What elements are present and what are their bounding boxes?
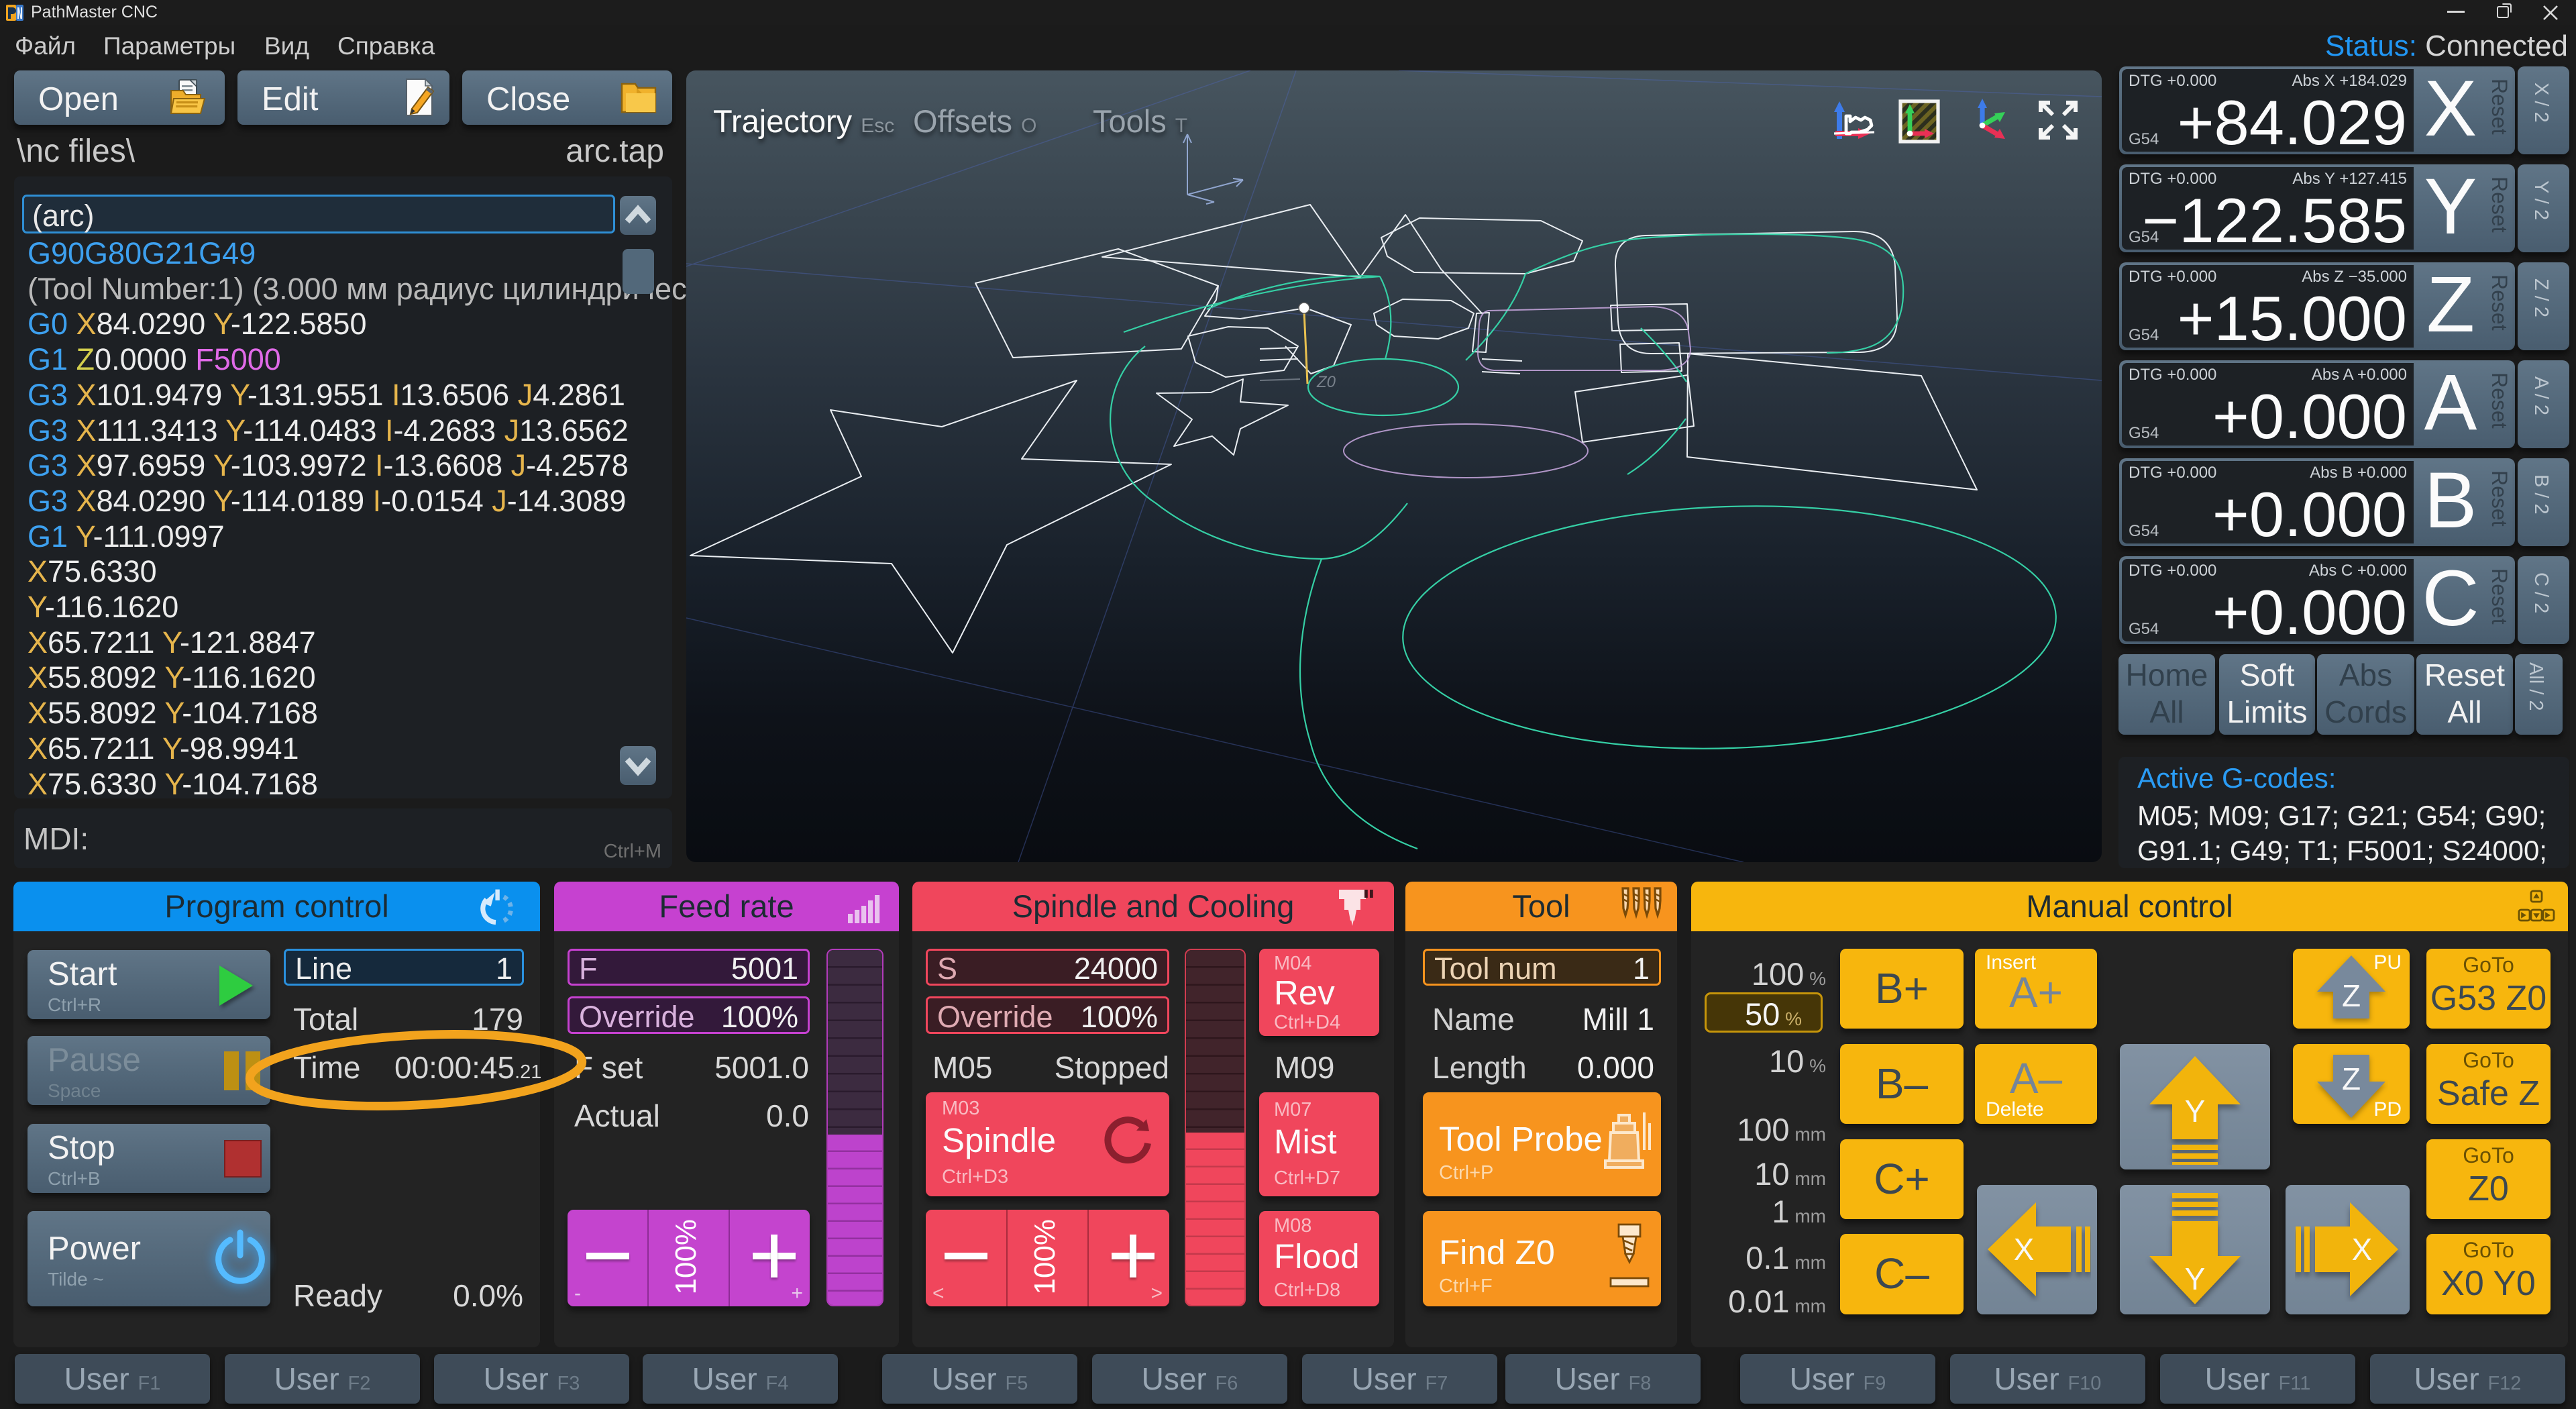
svg-text:Z0: Z0 <box>1316 373 1336 391</box>
svg-text:Y: Y <box>2185 1094 2206 1129</box>
svg-text:X: X <box>2014 1232 2035 1267</box>
svg-text:X: X <box>2352 1232 2373 1267</box>
svg-text:Y: Y <box>2185 1261 2206 1296</box>
svg-text:Z: Z <box>2342 978 2361 1013</box>
svg-text:Z: Z <box>2342 1061 2361 1096</box>
